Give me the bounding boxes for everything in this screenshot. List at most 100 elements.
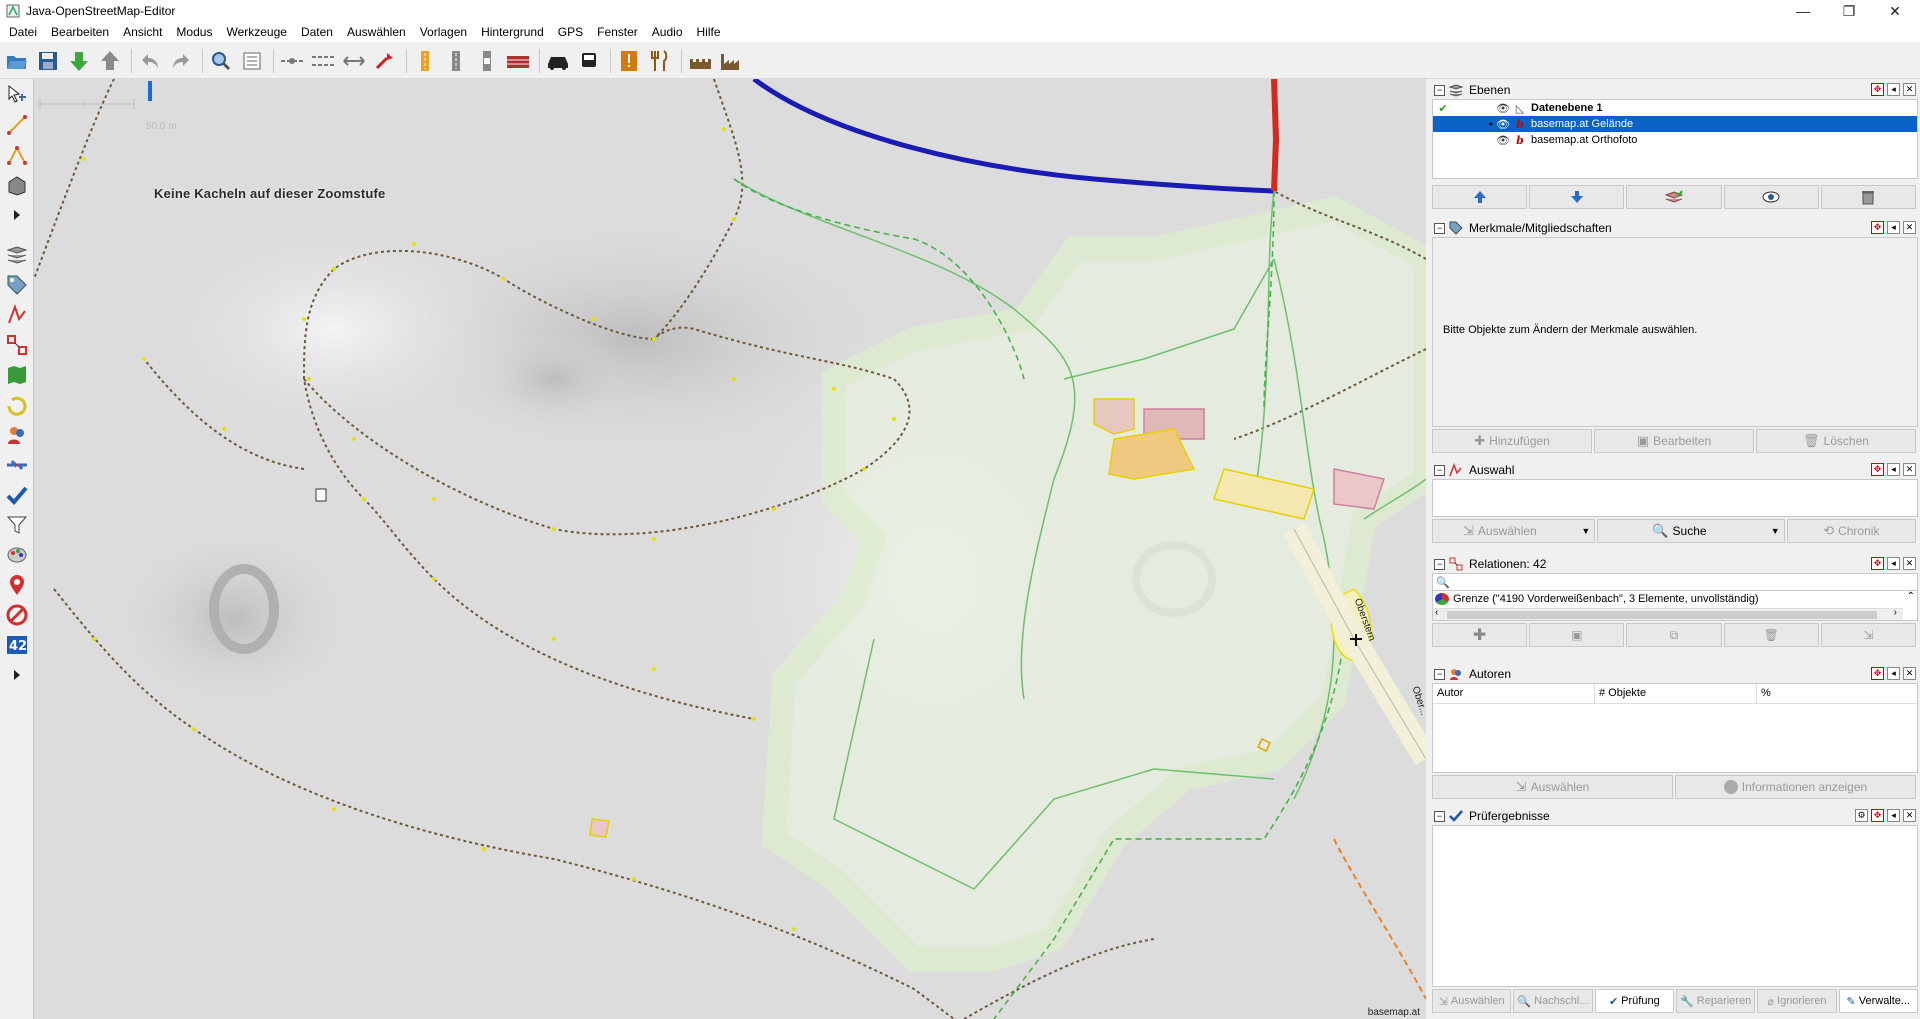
collapse-toggle[interactable]: − xyxy=(1434,222,1445,234)
dock-icon[interactable]: ✥ xyxy=(1871,221,1884,234)
close-icon[interactable]: ✕ xyxy=(1903,463,1916,476)
detach-icon[interactable]: ◂ xyxy=(1887,809,1900,822)
layer-row[interactable]: ✔ 👁 ◺ Datenebene 1 xyxy=(1433,100,1917,116)
detach-icon[interactable]: ◂ xyxy=(1887,83,1900,96)
scroll-up-icon[interactable]: ⌃ xyxy=(1907,591,1915,602)
reverse-way-icon[interactable] xyxy=(340,47,368,75)
add-relation-button[interactable]: ✚ xyxy=(1432,623,1528,647)
horizontal-scrollbar[interactable]: ‹ › xyxy=(1433,607,1903,620)
column-percent[interactable]: % xyxy=(1757,684,1917,703)
close-icon[interactable]: ✕ xyxy=(1903,557,1916,570)
edit-tag-button[interactable]: ▣ Bearbeiten xyxy=(1594,429,1754,453)
collapse-toggle[interactable]: − xyxy=(1434,558,1445,570)
merge-button[interactable] xyxy=(1626,185,1722,209)
authors-table[interactable]: Autor # Objekte % xyxy=(1432,683,1918,773)
preferences-icon[interactable] xyxy=(238,47,266,75)
poi-marker[interactable] xyxy=(315,488,327,502)
menu-vorlagen[interactable]: Vorlagen xyxy=(413,22,474,42)
ignore-button[interactable]: ⌀ Ignorieren xyxy=(1757,989,1837,1013)
menu-auswaehlen[interactable]: Auswählen xyxy=(340,22,413,42)
map-paint-icon[interactable] xyxy=(2,541,32,569)
validator-icon[interactable] xyxy=(2,481,32,509)
lanes-icon[interactable] xyxy=(442,47,470,75)
collapse-toggle[interactable]: − xyxy=(1434,810,1445,822)
select-icon[interactable] xyxy=(2,81,32,109)
layer-row-selected[interactable]: ⬩ 👁 b basemap.at Gelände xyxy=(1433,116,1917,132)
collapse-toggle[interactable]: − xyxy=(1434,464,1445,476)
relations-icon[interactable] xyxy=(2,331,32,359)
layers-icon[interactable] xyxy=(2,241,32,269)
crossing-icon[interactable] xyxy=(473,47,501,75)
chevron-down-icon[interactable]: ▼ xyxy=(1771,526,1780,536)
draw-icon[interactable] xyxy=(2,111,32,139)
oneway-icon[interactable] xyxy=(411,47,439,75)
car-icon[interactable] xyxy=(544,47,572,75)
notes-icon[interactable] xyxy=(2,571,32,599)
selection-icon[interactable] xyxy=(2,301,32,329)
more-icon[interactable] xyxy=(2,201,32,229)
dock-icon[interactable]: ✥ xyxy=(1871,667,1884,680)
validation-select-button[interactable]: ⇲ Auswählen xyxy=(1432,989,1512,1013)
zoom-icon[interactable] xyxy=(207,47,235,75)
factory-icon[interactable] xyxy=(717,47,745,75)
relations-list[interactable]: Grenze ("4190 Vorderweißenbach", 3 Eleme… xyxy=(1432,591,1918,621)
menu-daten[interactable]: Daten xyxy=(294,22,340,42)
select-button[interactable]: ⇲ Auswählen ▼ xyxy=(1432,519,1596,543)
chevron-down-icon[interactable]: ▼ xyxy=(1581,526,1590,536)
detach-icon[interactable]: ◂ xyxy=(1887,667,1900,680)
redo-icon[interactable] xyxy=(167,47,195,75)
close-icon[interactable]: ✕ xyxy=(1903,221,1916,234)
relations-filter-input[interactable] xyxy=(1449,576,1917,588)
select-relation-button[interactable]: ⇲ xyxy=(1820,623,1917,647)
improve-way-icon[interactable] xyxy=(2,141,32,169)
dock-icon[interactable]: ✥ xyxy=(1871,463,1884,476)
save-icon[interactable] xyxy=(34,47,62,75)
extrude-icon[interactable] xyxy=(2,171,32,199)
layer-row[interactable]: 👁 b basemap.at Orthofoto xyxy=(1433,132,1917,148)
maximize-button[interactable]: ❐ xyxy=(1826,0,1872,22)
visibility-eye-icon[interactable]: 👁 xyxy=(1493,118,1513,131)
menu-hintergrund[interactable]: Hintergrund xyxy=(474,22,551,42)
show-info-button[interactable]: Informationen anzeigen xyxy=(1675,775,1916,799)
validate-button[interactable]: ✔ Prüfung xyxy=(1594,989,1674,1013)
manage-button[interactable]: ✎ Verwalte... xyxy=(1838,989,1918,1013)
detach-icon[interactable]: ◂ xyxy=(1887,463,1900,476)
count-icon[interactable]: 42 xyxy=(2,631,32,659)
barrier-icon[interactable] xyxy=(504,47,532,75)
close-button[interactable]: ✕ xyxy=(1872,0,1918,22)
restaurant-icon[interactable] xyxy=(646,47,674,75)
menu-fenster[interactable]: Fenster xyxy=(590,22,645,42)
menu-modus[interactable]: Modus xyxy=(169,22,219,42)
menu-gps[interactable]: GPS xyxy=(551,22,590,42)
split-way-icon[interactable] xyxy=(278,47,306,75)
castle-icon[interactable] xyxy=(686,47,714,75)
menu-datei[interactable]: Datei xyxy=(2,22,44,42)
move-up-button[interactable] xyxy=(1432,185,1528,209)
dock-icon[interactable]: ✥ xyxy=(1871,83,1884,96)
download-icon[interactable] xyxy=(65,47,93,75)
column-author[interactable]: Autor xyxy=(1433,684,1595,703)
collapse-toggle[interactable]: − xyxy=(1434,668,1445,680)
open-icon[interactable] xyxy=(3,47,31,75)
delete-layer-button[interactable] xyxy=(1820,185,1917,209)
authors-icon[interactable] xyxy=(2,421,32,449)
validation-results-list[interactable] xyxy=(1432,825,1918,987)
dock-icon[interactable]: ✥ xyxy=(1871,809,1884,822)
relation-item[interactable]: Grenze ("4190 Vorderweißenbach", 3 Eleme… xyxy=(1433,591,1917,607)
scroll-right-icon[interactable]: › xyxy=(1894,607,1897,618)
bus-icon[interactable] xyxy=(575,47,603,75)
edit-relation-button[interactable]: ▣ xyxy=(1529,623,1625,647)
lookup-button[interactable]: 🔍 Nachschl... xyxy=(1513,989,1593,1013)
layer-list[interactable]: ✔ 👁 ◺ Datenebene 1 ⬩ 👁 b basemap.at Gelä… xyxy=(1432,99,1918,179)
map-canvas[interactable] xyxy=(34,79,1426,1019)
search-button[interactable]: 🔍 Suche ▼ xyxy=(1597,519,1785,543)
relations-filter[interactable]: 🔍 xyxy=(1432,573,1918,591)
map-view[interactable]: Keine Kacheln auf dieser Zoomstufe 50.0 … xyxy=(34,79,1426,1019)
menu-audio[interactable]: Audio xyxy=(645,22,690,42)
add-tag-button[interactable]: ✚ Hinzufügen xyxy=(1432,429,1592,453)
delete-tag-button[interactable]: 🗑 Löschen xyxy=(1756,429,1916,453)
close-icon[interactable]: ✕ xyxy=(1903,809,1916,822)
detach-icon[interactable]: ◂ xyxy=(1887,557,1900,570)
detach-icon[interactable]: ◂ xyxy=(1887,221,1900,234)
upload-icon[interactable] xyxy=(96,47,124,75)
